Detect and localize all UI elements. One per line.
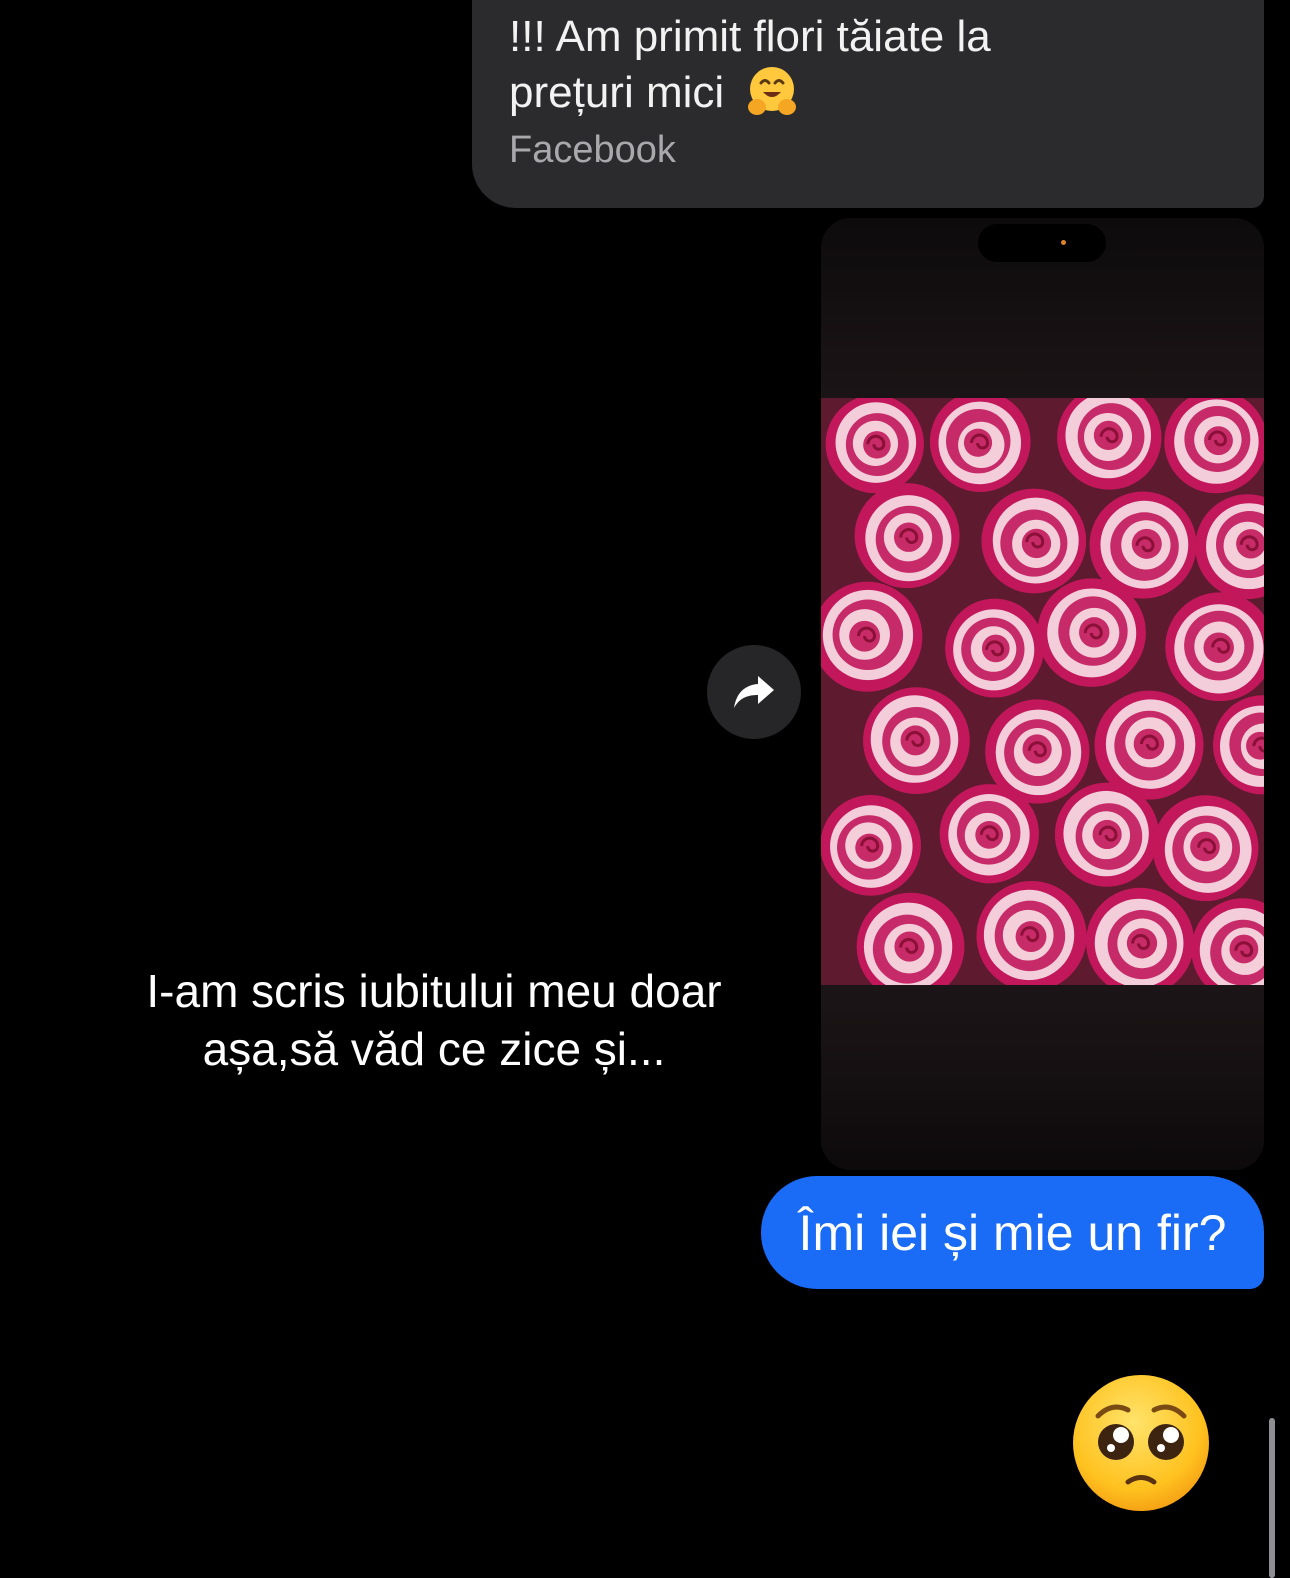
rose-shape [821,795,921,896]
image-message[interactable] [821,218,1264,1170]
pleading-face-emoji-icon[interactable] [1070,1372,1212,1514]
roses-photo[interactable] [821,398,1264,985]
sent-message-bubble[interactable]: Îmi iei și mie un fir? [761,1176,1264,1289]
forward-button[interactable] [707,645,801,739]
caption-line-2: prețuri mici [509,68,725,117]
rose-shape [863,687,970,795]
shared-post-bubble[interactable]: !!! Am primit flori tăiate la prețuri mi… [472,0,1264,208]
sent-message-text: Îmi iei și mie un fir? [798,1204,1227,1261]
rose-shape [981,488,1087,594]
rose-shape [854,483,960,589]
hugging-face-emoji-icon [748,67,797,115]
privacy-indicator-dot [1061,240,1066,245]
shared-post-source: Facebook [509,129,676,171]
scrollbar[interactable] [1269,1418,1275,1578]
forward-arrow-icon [734,676,774,708]
rose-shape [1037,578,1146,687]
image-bottom-area [821,985,1264,1170]
rose-shape [825,398,924,494]
rose-shape [1152,795,1259,902]
dynamic-island [978,224,1106,262]
rose-shape [1054,782,1159,887]
rose-shape [945,598,1045,698]
video-overlay-caption: I-am scris iubitului meu doar așa,să văd… [110,962,758,1078]
rose-shape [939,784,1039,884]
overlay-line-2: așa,să văd ce zice și... [202,1023,666,1075]
caption-line-1: !!! Am primit flori tăiate la [509,12,991,61]
shared-post-caption: !!! Am primit flori tăiate la prețuri mi… [509,10,1228,119]
overlay-line-1: I-am scris iubitului meu doar [146,965,722,1017]
